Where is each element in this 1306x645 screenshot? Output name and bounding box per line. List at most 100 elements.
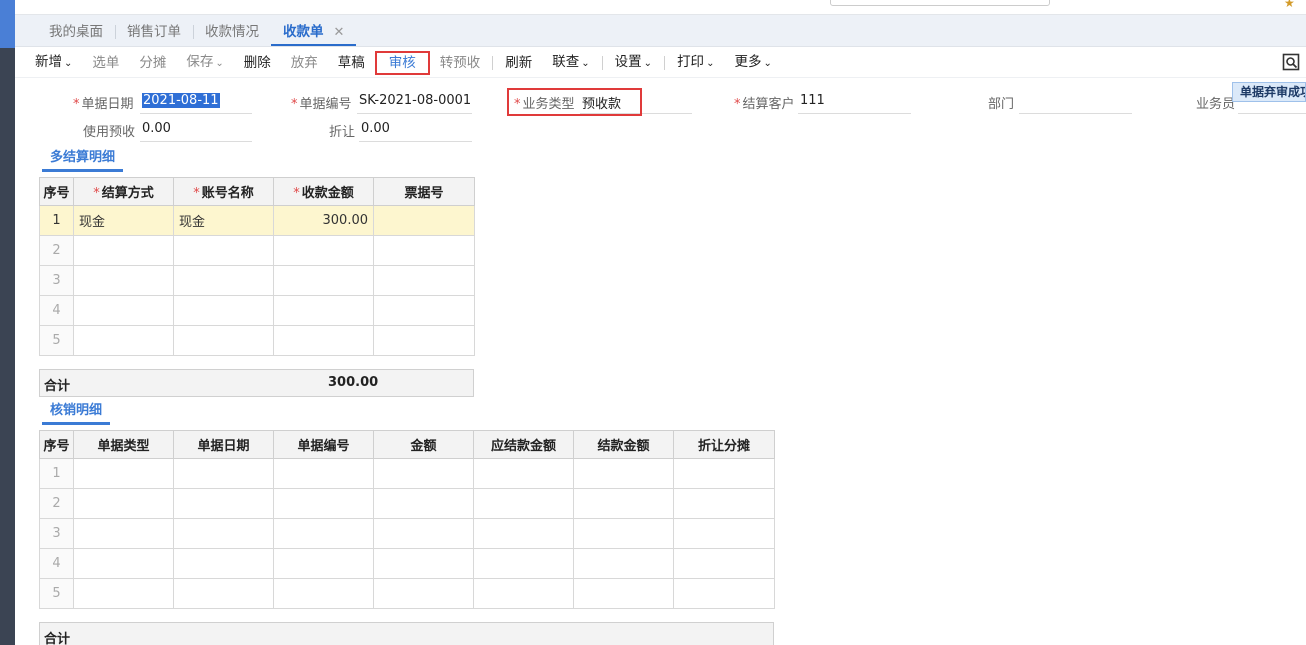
- table-cell[interactable]: [373, 458, 474, 489]
- customer-input[interactable]: 111: [798, 93, 911, 114]
- settings-button[interactable]: 设置 ⌄: [605, 51, 662, 75]
- search-input[interactable]: [830, 0, 1050, 6]
- table-cell[interactable]: [573, 518, 674, 549]
- table-cell[interactable]: [373, 548, 474, 579]
- table-cell[interactable]: [473, 518, 574, 549]
- table-cell[interactable]: [373, 578, 474, 609]
- ticket-no-cell[interactable]: [373, 205, 475, 236]
- new-label: 新增: [35, 53, 62, 70]
- table-cell[interactable]: [73, 458, 174, 489]
- column-header: 金额: [373, 430, 474, 459]
- table-cell[interactable]: [673, 578, 775, 609]
- amount-cell[interactable]: [273, 325, 374, 356]
- delete-button[interactable]: 删除: [234, 52, 281, 74]
- table-cell[interactable]: [173, 488, 274, 519]
- more-button[interactable]: 更多 ⌄: [724, 51, 781, 75]
- table-cell[interactable]: [373, 518, 474, 549]
- table-row[interactable]: 5: [39, 578, 775, 609]
- preview-icon[interactable]: [1282, 53, 1300, 71]
- print-button[interactable]: 打印 ⌄: [667, 51, 724, 75]
- table-cell[interactable]: [73, 578, 174, 609]
- amount-cell[interactable]: 300.00: [273, 205, 374, 236]
- table-cell[interactable]: [573, 548, 674, 579]
- settle-method-cell[interactable]: [73, 235, 174, 266]
- table-row[interactable]: 4: [39, 295, 475, 326]
- account-name-cell[interactable]: [173, 235, 274, 266]
- account-name-cell[interactable]: 现金: [173, 205, 274, 236]
- table-cell[interactable]: [673, 548, 775, 579]
- table-row[interactable]: 2: [39, 235, 475, 266]
- table-cell[interactable]: [573, 578, 674, 609]
- table-row[interactable]: 4: [39, 548, 775, 579]
- row-index: 3: [39, 265, 74, 296]
- amount-cell[interactable]: [273, 265, 374, 296]
- table-row[interactable]: 3: [39, 265, 475, 296]
- table-cell[interactable]: [473, 458, 574, 489]
- use-prepay-input[interactable]: 0.00: [140, 121, 252, 142]
- table-cell[interactable]: [273, 488, 374, 519]
- bill-date-input[interactable]: 2021-08-11: [140, 93, 252, 114]
- table-cell[interactable]: [573, 458, 674, 489]
- chevron-down-icon: ⌄: [706, 57, 715, 69]
- account-name-cell[interactable]: [173, 295, 274, 326]
- table-cell[interactable]: [173, 548, 274, 579]
- amount-cell[interactable]: [273, 295, 374, 326]
- tab-sales-order[interactable]: 销售订单: [115, 15, 193, 46]
- tab-desktop[interactable]: 我的桌面: [37, 15, 115, 46]
- table-row[interactable]: 2: [39, 488, 775, 519]
- table-cell[interactable]: [173, 458, 274, 489]
- row-index: 4: [39, 295, 74, 326]
- settle-method-cell[interactable]: [73, 295, 174, 326]
- table-cell[interactable]: [73, 518, 174, 549]
- refresh-button[interactable]: 刷新: [495, 52, 542, 74]
- table-cell[interactable]: [273, 518, 374, 549]
- account-name-cell[interactable]: [173, 265, 274, 296]
- save-button[interactable]: 保存 ⌄: [176, 51, 233, 75]
- table-row[interactable]: 5: [39, 325, 475, 356]
- settle-method-cell[interactable]: [73, 265, 174, 296]
- ticket-no-cell[interactable]: [373, 265, 475, 296]
- close-icon[interactable]: ✕: [334, 25, 345, 40]
- select-bill-button[interactable]: 选单: [82, 52, 129, 74]
- table-cell[interactable]: [473, 578, 574, 609]
- account-name-cell[interactable]: [173, 325, 274, 356]
- bill-no-input[interactable]: SK-2021-08-0001: [357, 93, 472, 114]
- discount-input[interactable]: 0.00: [359, 121, 472, 142]
- table-cell[interactable]: [673, 458, 775, 489]
- ticket-no-cell[interactable]: [373, 325, 475, 356]
- abandon-button[interactable]: 放弃: [281, 52, 328, 74]
- table-row[interactable]: 1 现金 现金 300.00: [39, 205, 475, 236]
- to-prepay-button[interactable]: 转预收: [430, 52, 491, 74]
- amount-cell[interactable]: [273, 235, 374, 266]
- draft-button[interactable]: 草稿: [328, 52, 375, 74]
- split-button[interactable]: 分摊: [129, 52, 176, 74]
- table-cell[interactable]: [473, 548, 574, 579]
- table-cell[interactable]: [673, 488, 775, 519]
- table-cell[interactable]: [173, 518, 274, 549]
- table-cell[interactable]: [273, 578, 374, 609]
- ticket-no-cell[interactable]: [373, 295, 475, 326]
- dept-input[interactable]: [1019, 93, 1132, 114]
- settle-method-cell[interactable]: 现金: [73, 205, 174, 236]
- table-cell[interactable]: [273, 458, 374, 489]
- mascot-icon[interactable]: ★: [1284, 0, 1300, 10]
- table-cell[interactable]: [173, 578, 274, 609]
- total-label: 合计: [44, 379, 71, 394]
- settle-method-cell[interactable]: [73, 325, 174, 356]
- table-cell[interactable]: [73, 548, 174, 579]
- tab-receipt-bill[interactable]: 收款单 ✕: [271, 15, 357, 46]
- table-cell[interactable]: [373, 488, 474, 519]
- form-row-1: * 单据日期 2021-08-11 * 单据编号 SK-2021-08-0001 *…: [15, 90, 1306, 114]
- table-cell[interactable]: [73, 488, 174, 519]
- table-cell[interactable]: [573, 488, 674, 519]
- table-cell[interactable]: [473, 488, 574, 519]
- new-button[interactable]: 新增 ⌄: [25, 51, 82, 75]
- tab-receipt-status[interactable]: 收款情况: [193, 15, 271, 46]
- table-cell[interactable]: [273, 548, 374, 579]
- link-query-button[interactable]: 联查 ⌄: [542, 51, 599, 75]
- table-row[interactable]: 1: [39, 458, 775, 489]
- table-row[interactable]: 3: [39, 518, 775, 549]
- ticket-no-cell[interactable]: [373, 235, 475, 266]
- audit-button[interactable]: 审核: [374, 50, 430, 75]
- table-cell[interactable]: [673, 518, 775, 549]
